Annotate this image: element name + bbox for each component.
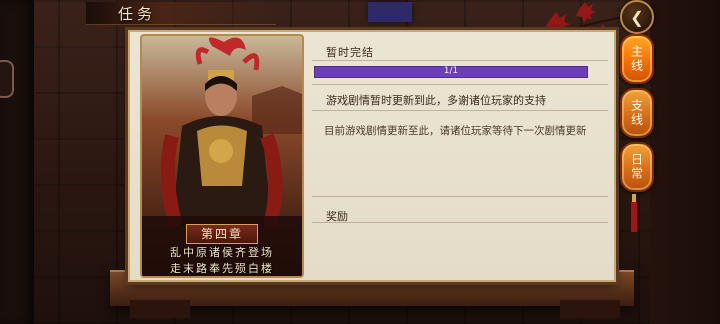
progress-text: 1/1 [443, 66, 459, 76]
side-handle [0, 60, 14, 98]
divider [312, 60, 608, 61]
tab-side-quest[interactable]: 支线 [620, 88, 654, 138]
back-arrow-icon: ❮ [630, 7, 644, 27]
quest-progress-bar: 1/1 [314, 66, 588, 78]
divider [312, 110, 608, 111]
stand-foot-right [560, 300, 620, 318]
banner-decoration [368, 2, 412, 22]
back-button[interactable]: ❮ [620, 0, 654, 34]
tab-daily-quest[interactable]: 日常 [620, 142, 654, 192]
title-bar [86, 2, 276, 25]
divider [312, 196, 608, 197]
quest-message: 游戏剧情暂时更新到此，多谢诸位玩家的支持 [326, 94, 546, 107]
chapter-card[interactable]: 第四章 乱中原诸侯齐登场 走末路奉先殒白楼 [140, 34, 304, 278]
chapter-badge: 第四章 [186, 224, 258, 244]
chapter-subtitle-line-1: 乱中原诸侯齐登场 [170, 246, 274, 259]
page-title: 任务 [118, 5, 157, 23]
quest-status: 暂时完结 [326, 46, 374, 59]
quest-description: 目前游戏剧情更新至此，请诸位玩家等待下一次剧情更新 [324, 125, 587, 137]
left-edge [0, 0, 34, 324]
tab-main-quest[interactable]: 主线 [620, 34, 654, 84]
right-side-wall [650, 0, 720, 324]
tassel-decoration [631, 194, 637, 232]
stand-foot-left [130, 300, 190, 318]
divider [312, 222, 608, 223]
divider [312, 84, 608, 85]
chapter-subtitle-line-2: 走末路奉先殒白楼 [170, 262, 274, 275]
